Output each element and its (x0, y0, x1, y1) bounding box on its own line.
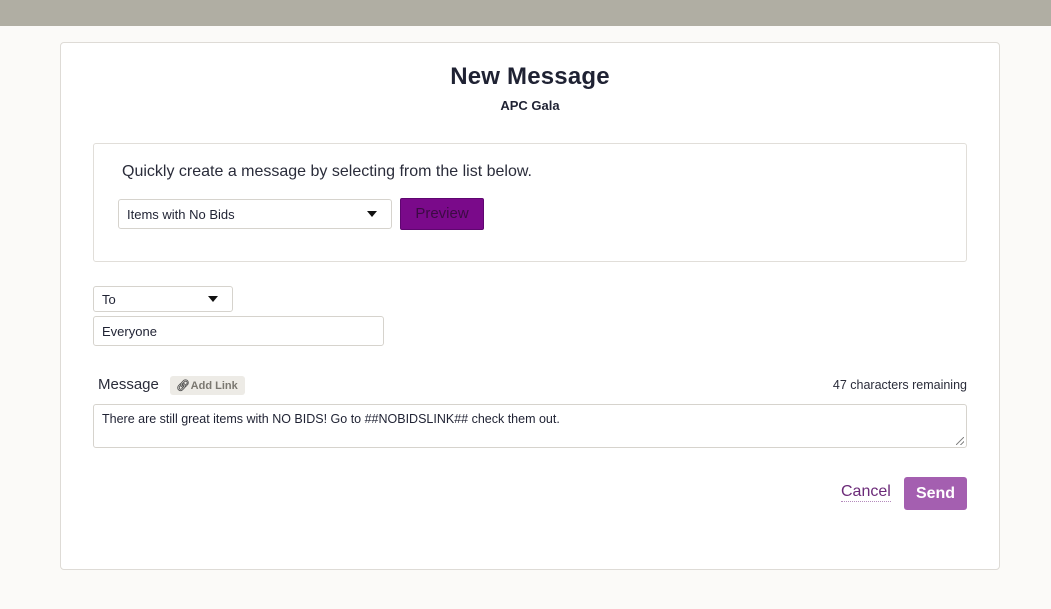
recipient-type-select[interactable]: To (93, 286, 233, 312)
recipient-type-value: To (102, 292, 116, 307)
add-link-label: Add Link (190, 380, 238, 392)
template-select-value: Items with No Bids (127, 207, 235, 222)
new-message-dialog: New Message APC Gala Quickly create a me… (60, 42, 1000, 570)
characters-remaining: 47 characters remaining (832, 378, 967, 392)
quick-message-panel: Quickly create a message by selecting fr… (93, 143, 967, 262)
message-body: There are still great items with NO BIDS… (102, 412, 560, 426)
preview-button[interactable]: Preview (400, 198, 484, 230)
template-select[interactable]: Items with No Bids (118, 199, 392, 229)
event-name: APC Gala (500, 98, 560, 113)
cancel-button[interactable]: Cancel (841, 483, 891, 502)
dialog-title: New Message (450, 63, 610, 90)
message-label: Message (98, 376, 159, 393)
send-button[interactable]: Send (904, 477, 967, 510)
resize-handle-icon[interactable] (956, 437, 964, 445)
add-link-button[interactable]: 🔗︎ Add Link (170, 376, 245, 395)
chevron-down-icon (208, 296, 218, 302)
quick-message-instructions: Quickly create a message by selecting fr… (122, 163, 532, 180)
recipients-field[interactable]: Everyone (93, 316, 384, 346)
top-bar (0, 0, 1051, 26)
link-icon: 🔗︎ (176, 380, 190, 392)
message-textarea[interactable]: There are still great items with NO BIDS… (93, 404, 967, 448)
chevron-down-icon (367, 211, 377, 217)
